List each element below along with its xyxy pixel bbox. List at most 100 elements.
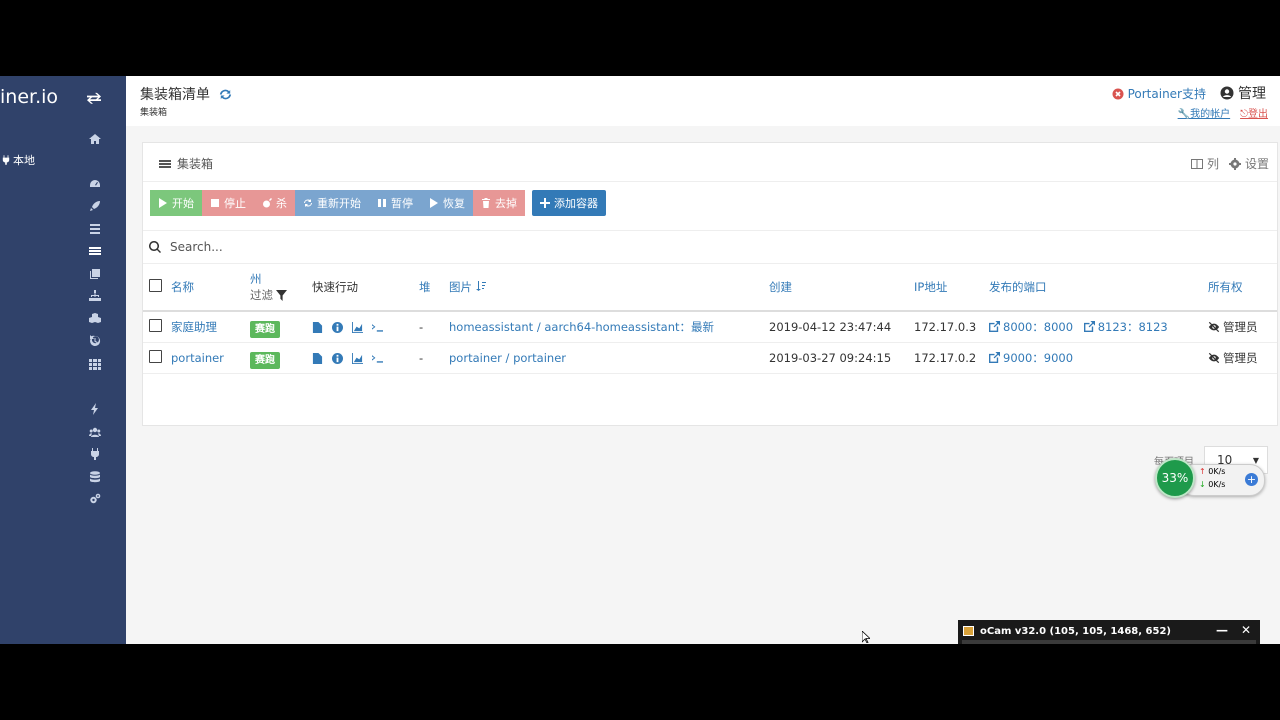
sidebar-item-events[interactable]: [88, 334, 101, 347]
logout-label: 登出: [1248, 109, 1268, 120]
bomb-icon: [263, 198, 272, 208]
sidebar-toggle-icon[interactable]: [86, 92, 102, 106]
sidebar-item-dashboard[interactable]: [88, 177, 101, 190]
action-toolbar: 开始 停止 杀 重新开始 暂停 恢复 去掉 添加容器: [150, 190, 606, 216]
sidebar-item-settings[interactable]: [88, 492, 101, 505]
close-icon[interactable]: ✕: [1241, 623, 1251, 637]
col-created[interactable]: 创建: [769, 264, 914, 312]
sidebar-item-home[interactable]: [88, 132, 101, 145]
bolt-icon: [90, 402, 98, 415]
image-link[interactable]: portainer / portainer: [449, 351, 566, 365]
col-stack[interactable]: 堆: [419, 264, 449, 312]
cell-stack: -: [419, 310, 449, 343]
speed-plus-icon[interactable]: +: [1245, 473, 1258, 486]
sidebar-item-extensions[interactable]: [88, 402, 101, 415]
cell-quick-actions: [312, 342, 419, 374]
home-icon: [88, 133, 101, 144]
state-filter-label: 过滤: [250, 288, 273, 302]
my-account-link[interactable]: 🔧我的帐户: [1178, 105, 1230, 120]
state-filter[interactable]: 过滤: [250, 287, 312, 303]
col-name[interactable]: 名称: [171, 264, 250, 312]
logout-link[interactable]: ⎋登出: [1240, 105, 1268, 120]
kill-label: 杀: [276, 198, 287, 210]
port-link[interactable]: 8000：8000: [989, 319, 1073, 335]
kill-button[interactable]: 杀: [254, 190, 295, 216]
port-link[interactable]: 8123：8123: [1083, 319, 1168, 335]
support-link[interactable]: Portainer支持: [1112, 85, 1206, 102]
eye-slash-icon: [1208, 352, 1220, 364]
sidebar-item-images[interactable]: [88, 267, 101, 280]
image-link[interactable]: homeassistant / aarch64-homeassistant：最新: [449, 320, 714, 334]
sort-icon: [475, 281, 486, 291]
stats-icon[interactable]: [352, 352, 363, 364]
table-row: portainer 赛跑 - portainer / portainer 201…: [143, 342, 1277, 374]
row-checkbox[interactable]: [149, 319, 162, 332]
endpoint-label[interactable]: 本地: [2, 152, 35, 168]
sidebar-item-stacks[interactable]: [88, 222, 101, 235]
info-icon[interactable]: [332, 352, 343, 364]
endpoint-name: 本地: [13, 154, 35, 167]
cell-ports: 8000：8000 8123：8123: [989, 310, 1208, 343]
sidebar-item-host[interactable]: [88, 357, 101, 370]
speed-widget[interactable]: 33% ↑ 0K/s ↓ 0K/s +: [1155, 458, 1265, 500]
cell-name: 家庭助理: [171, 310, 250, 343]
logs-icon[interactable]: [312, 321, 323, 333]
col-ownership[interactable]: 所有权: [1208, 264, 1277, 312]
col-ip[interactable]: IP地址: [914, 264, 989, 312]
row-select-cell: [143, 310, 171, 343]
col-ports[interactable]: 发布的端口: [989, 264, 1208, 312]
columns-button[interactable]: 列: [1190, 155, 1219, 172]
refresh-icon: [304, 199, 312, 207]
sidebar-item-containers[interactable]: [88, 244, 101, 257]
sidebar-item-users[interactable]: [88, 425, 101, 438]
refresh-icon[interactable]: [218, 87, 233, 102]
play-icon: [430, 198, 438, 208]
play-icon: [159, 198, 167, 208]
col-ports-label: 发布的端口: [989, 280, 1047, 294]
console-icon[interactable]: [372, 353, 383, 364]
cell-state: 赛跑: [250, 310, 312, 343]
container-name-link[interactable]: 家庭助理: [171, 320, 217, 334]
cell-image: homeassistant / aarch64-homeassistant：最新: [449, 310, 769, 343]
ocam-bar: [962, 640, 1256, 644]
remove-button[interactable]: 去掉: [473, 190, 525, 216]
external-link-icon: [1083, 321, 1095, 333]
start-button[interactable]: 开始: [150, 190, 202, 216]
console-icon[interactable]: [372, 322, 383, 333]
row-checkbox[interactable]: [149, 350, 162, 363]
plug-icon: [90, 447, 99, 460]
add-container-button[interactable]: 添加容器: [532, 190, 606, 216]
info-icon[interactable]: [332, 321, 343, 333]
col-ip-label: IP地址: [914, 280, 948, 294]
sidebar-item-endpoints[interactable]: [88, 447, 101, 460]
plug-icon: [2, 155, 10, 165]
col-state[interactable]: 州 过滤: [250, 264, 312, 312]
col-image[interactable]: 图片: [449, 264, 769, 312]
stop-button[interactable]: 停止: [202, 190, 254, 216]
speed-percent: 33%: [1155, 458, 1195, 498]
filter-icon: [276, 289, 287, 301]
mouse-cursor-icon: [862, 631, 870, 643]
sidebar-item-networks[interactable]: [88, 289, 101, 302]
ownership-label: 管理员: [1223, 351, 1258, 365]
cubes-icon: [88, 312, 101, 323]
logs-icon[interactable]: [312, 352, 323, 364]
sidebar-item-app-templates[interactable]: [88, 199, 101, 212]
close-circle-icon: [1112, 88, 1124, 99]
pause-button[interactable]: 暂停: [369, 190, 421, 216]
select-all-checkbox[interactable]: [149, 279, 162, 292]
container-name-link[interactable]: portainer: [171, 351, 224, 365]
search-input[interactable]: [168, 239, 772, 255]
sidebar-item-registries[interactable]: [88, 470, 101, 483]
minimize-icon[interactable]: —: [1216, 623, 1228, 637]
database-icon: [89, 470, 100, 482]
user-menu[interactable]: 管理: [1220, 83, 1266, 103]
stats-icon[interactable]: [352, 321, 363, 333]
port-link[interactable]: 9000：9000: [989, 350, 1073, 366]
restart-button[interactable]: 重新开始: [295, 190, 369, 216]
th-icon: [88, 358, 101, 370]
resume-button[interactable]: 恢复: [421, 190, 473, 216]
sidebar-item-volumes[interactable]: [88, 312, 101, 325]
settings-button[interactable]: 设置: [1228, 155, 1269, 172]
brand-logo[interactable]: iner.io: [0, 86, 58, 108]
